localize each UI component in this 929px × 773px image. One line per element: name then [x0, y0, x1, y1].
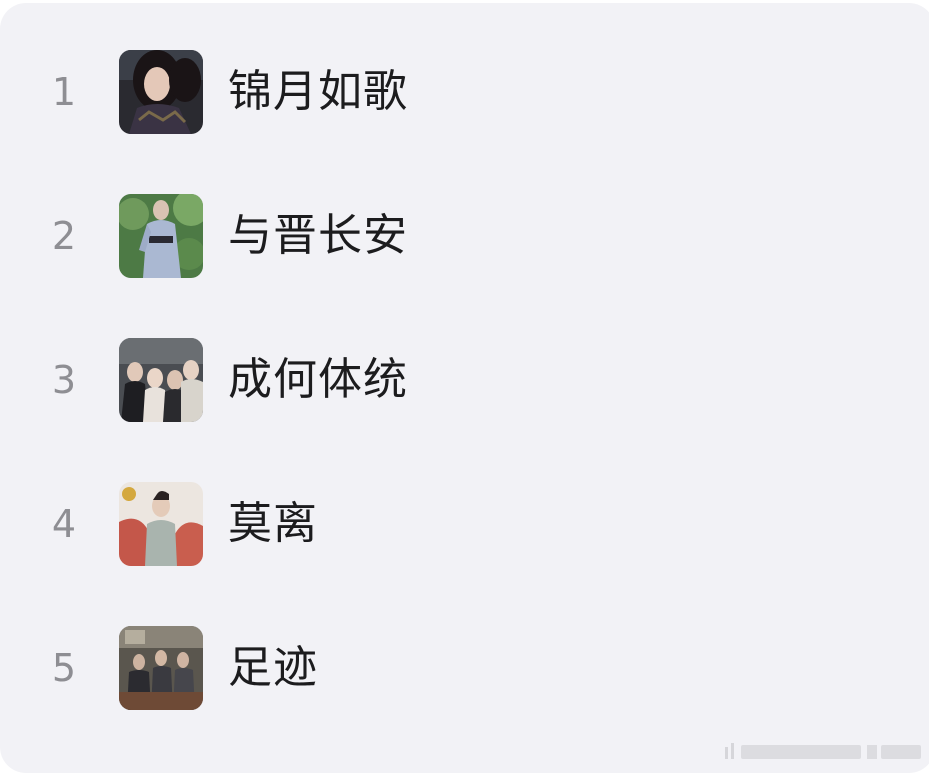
item-title: 成何体统: [228, 354, 408, 405]
portrait-woman-dark-hair-icon: [119, 50, 203, 134]
rank-number: 5: [51, 646, 77, 690]
list-item[interactable]: 1 锦月如歌: [0, 50, 929, 134]
group-photo-seated-men-icon: [119, 626, 203, 710]
watermark-icon: [725, 743, 921, 759]
trending-list-card: 1 锦月如歌 2 与晋长安 3 成何体统 4 莫离 5 足迹: [0, 3, 929, 773]
item-title: 足迹: [228, 642, 318, 693]
rank-number: 2: [51, 214, 77, 258]
group-photo-four-people-icon: [119, 338, 203, 422]
list-item[interactable]: 4 莫离: [0, 482, 929, 566]
rank-number: 4: [51, 502, 77, 546]
list-item[interactable]: 5 足迹: [0, 626, 929, 710]
rank-number: 3: [51, 358, 77, 402]
list-item[interactable]: 2 与晋长安: [0, 194, 929, 278]
item-title: 锦月如歌: [228, 66, 408, 117]
list-item[interactable]: 3 成何体统: [0, 338, 929, 422]
rank-number: 1: [51, 70, 77, 114]
portrait-man-red-backdrop-icon: [119, 482, 203, 566]
item-title: 与晋长安: [228, 210, 408, 261]
portrait-costume-blue-robe-icon: [119, 194, 203, 278]
item-title: 莫离: [228, 498, 318, 549]
